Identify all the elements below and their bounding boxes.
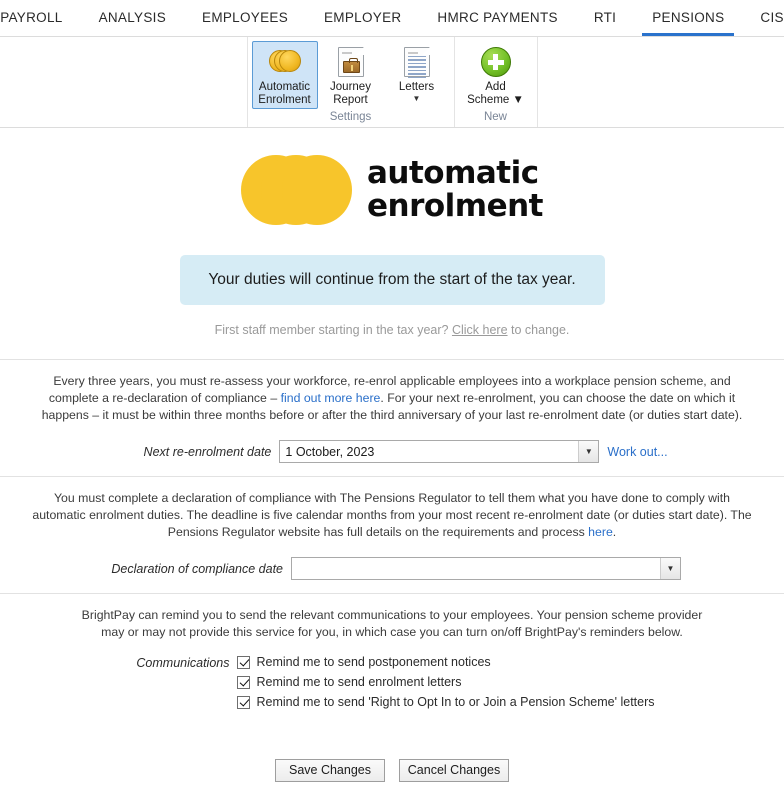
tab-payroll[interactable]: PAYROLL bbox=[0, 0, 81, 36]
ribbon-button-add-scheme[interactable]: Add Scheme ▼ bbox=[459, 41, 533, 109]
communications-paragraph: BrightPay can remind you to send the rel… bbox=[81, 608, 703, 639]
here-link[interactable]: here bbox=[588, 525, 613, 539]
checkbox-row-postponement-notices[interactable]: Remind me to send postponement notices bbox=[237, 655, 654, 669]
first-staff-member-note-before: First staff member starting in the tax y… bbox=[214, 323, 452, 337]
status-banner: Your duties will continue from the start… bbox=[179, 255, 605, 305]
work-out-link[interactable]: Work out... bbox=[607, 445, 667, 459]
cancel-changes-button[interactable]: Cancel Changes bbox=[399, 758, 509, 782]
checkbox-opt-in-letters[interactable] bbox=[237, 696, 251, 709]
ribbon-button-automatic-enrolment-line2: Enrolment bbox=[258, 93, 311, 106]
ribbon-button-journey-report[interactable]: Journey Report bbox=[318, 41, 384, 109]
ribbon-button-automatic-enrolment-line1: Automatic bbox=[258, 81, 311, 93]
footer-button-bar: Save Changes Cancel Changes bbox=[0, 745, 784, 795]
chevron-down-icon[interactable]: ▼ bbox=[578, 441, 599, 462]
next-re-enrolment-date-label: Next re-enrolment date bbox=[143, 444, 272, 459]
communications-options: Communications Remind me to send postpon… bbox=[30, 655, 754, 709]
checkbox-label-opt-in-letters: Remind me to send 'Right to Opt In to or… bbox=[256, 695, 655, 709]
save-changes-button[interactable]: Save Changes bbox=[275, 758, 385, 782]
automatic-enrolment-page: automatic enrolment Your duties will con… bbox=[0, 128, 784, 722]
tab-employees[interactable]: EMPLOYEES bbox=[184, 0, 306, 36]
find-out-more-here-link[interactable]: find out more here bbox=[281, 391, 381, 405]
main-tab-bar: PAYROLL ANALYSIS EMPLOYEES EMPLOYER HMRC… bbox=[0, 0, 784, 37]
chevron-down-icon[interactable]: ▼ bbox=[660, 558, 680, 579]
declaration-date-combo[interactable]: ▼ bbox=[291, 557, 681, 580]
re-enrolment-paragraph: Every three years, you must re-assess yo… bbox=[32, 373, 752, 424]
declaration-paragraph: You must complete a declaration of compl… bbox=[32, 490, 752, 541]
ribbon-button-automatic-enrolment[interactable]: Automatic Enrolment bbox=[251, 41, 318, 109]
checkbox-label-enrolment-letters: Remind me to send enrolment letters bbox=[256, 675, 462, 689]
logo-text-line1: automatic bbox=[366, 155, 539, 191]
declaration-paragraph-part2: . bbox=[612, 525, 617, 539]
ribbon-group-label-settings: Settings bbox=[329, 111, 372, 123]
checkbox-row-enrolment-letters[interactable]: Remind me to send enrolment letters bbox=[237, 675, 654, 689]
ribbon-group-settings: Automatic Enrolment Journey Report Lette… bbox=[246, 37, 454, 127]
add-plus-icon bbox=[479, 45, 513, 79]
communications-checkbox-list: Remind me to send postponement notices R… bbox=[237, 655, 655, 709]
tab-pensions[interactable]: PENSIONS bbox=[634, 0, 742, 36]
first-staff-member-note-after: to change. bbox=[507, 323, 570, 337]
first-staff-member-note: First staff member starting in the tax y… bbox=[0, 323, 784, 337]
checkbox-enrolment-letters[interactable] bbox=[237, 676, 251, 689]
click-here-link[interactable]: Click here bbox=[452, 323, 508, 337]
ribbon-button-letters[interactable]: Letters ▼ bbox=[384, 41, 450, 106]
three-coins-logo-icon bbox=[240, 155, 353, 225]
chevron-down-icon[interactable]: ▼ bbox=[413, 94, 421, 103]
declaration-date-input[interactable] bbox=[292, 558, 660, 579]
status-banner-wrapper: Your duties will continue from the start… bbox=[0, 255, 784, 305]
tab-analysis[interactable]: ANALYSIS bbox=[81, 0, 184, 36]
tab-employer[interactable]: EMPLOYER bbox=[306, 0, 419, 36]
next-re-enrolment-date-input[interactable] bbox=[280, 441, 579, 462]
tab-hmrc-payments[interactable]: HMRC PAYMENTS bbox=[419, 0, 575, 36]
ribbon-toolbar: Automatic Enrolment Journey Report Lette… bbox=[0, 37, 784, 128]
ribbon-button-add-scheme-line1: Add bbox=[485, 81, 506, 93]
tab-rti[interactable]: RTI bbox=[576, 0, 634, 36]
communications-section: BrightPay can remind you to send the rel… bbox=[0, 594, 784, 722]
ribbon-button-add-scheme-line2: Scheme ▼ bbox=[467, 93, 524, 106]
communications-label: Communications bbox=[136, 656, 230, 670]
declaration-date-label: Declaration of compliance date bbox=[111, 561, 283, 576]
declaration-date-row: Declaration of compliance date ▼ bbox=[30, 557, 754, 580]
ribbon-button-letters-label: Letters bbox=[398, 81, 435, 93]
checkbox-label-postponement-notices: Remind me to send postponement notices bbox=[256, 655, 491, 669]
tab-cis[interactable]: CIS bbox=[742, 0, 784, 36]
next-re-enrolment-date-combo[interactable]: ▼ bbox=[279, 440, 600, 463]
ribbon-group-label-new: New bbox=[483, 111, 507, 123]
briefcase-document-icon bbox=[334, 45, 368, 79]
declaration-paragraph-part1: You must complete a declaration of compl… bbox=[32, 491, 752, 539]
ribbon-button-journey-report-line1: Journey bbox=[330, 81, 371, 93]
ribbon-group-new: Add Scheme ▼ New bbox=[453, 37, 538, 127]
checkbox-postponement-notices[interactable] bbox=[237, 656, 251, 669]
logo-text: automatic enrolment bbox=[366, 155, 544, 224]
letters-document-icon bbox=[400, 45, 434, 79]
checkbox-row-opt-in-letters[interactable]: Remind me to send 'Right to Opt In to or… bbox=[237, 695, 655, 709]
re-enrolment-section: Every three years, you must re-assess yo… bbox=[0, 360, 784, 476]
ribbon-button-journey-report-line2: Report bbox=[333, 93, 368, 106]
coins-icon bbox=[268, 45, 302, 79]
logo-text-line2: enrolment bbox=[366, 188, 544, 224]
automatic-enrolment-logo: automatic enrolment bbox=[0, 128, 784, 235]
next-re-enrolment-date-row: Next re-enrolment date ▼ Work out... bbox=[30, 440, 754, 463]
declaration-of-compliance-section: You must complete a declaration of compl… bbox=[0, 477, 784, 593]
